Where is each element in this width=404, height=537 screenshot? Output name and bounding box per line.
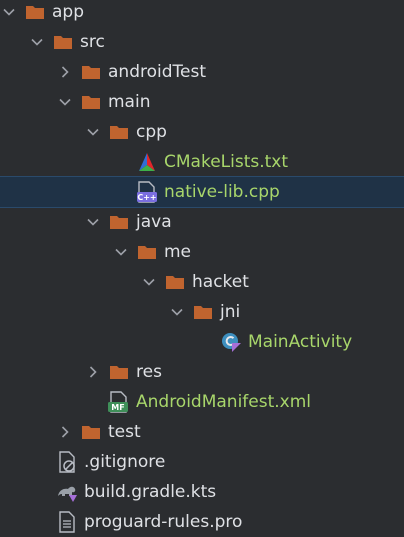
folder-icon [108,122,130,142]
chevron-down-icon[interactable] [168,303,186,321]
chevron-down-icon[interactable] [112,243,130,261]
folder-icon [192,302,214,322]
chevron-right-icon[interactable] [84,363,102,381]
tree-node-me[interactable]: me [0,237,404,267]
tree-node-label: AndroidManifest.xml [136,392,312,412]
folder-icon [164,272,186,292]
folder-icon [24,2,46,22]
tree-node-app[interactable]: app [0,0,404,27]
tree-node-res[interactable]: res [0,357,404,387]
tree-node-label: build.gradle.kts [84,482,217,502]
chevron-down-icon[interactable] [0,3,18,21]
tree-node-native-lib[interactable]: C++ native-lib.cpp [0,176,404,208]
manifest-file-icon: MF [108,391,130,413]
cpp-file-icon: C++ [136,181,158,203]
tree-node-label: CMakeLists.txt [164,152,289,172]
tree-node-build-gradle[interactable]: build.gradle.kts [0,477,404,507]
chevron-right-icon[interactable] [56,63,74,81]
tree-node-java[interactable]: java [0,207,404,237]
tree-node-label: java [136,212,172,232]
chevron-down-icon[interactable] [28,33,46,51]
tree-node-label: androidTest [108,62,206,82]
tree-node-label: app [52,2,84,22]
chevron-right-icon[interactable] [56,423,74,441]
tree-node-gitignore[interactable]: .gitignore [0,447,404,477]
tree-node-label: .gitignore [84,452,166,472]
folder-icon [108,362,130,382]
chevron-down-icon[interactable] [84,123,102,141]
tree-node-androidtest[interactable]: androidTest [0,57,404,87]
cpp-badge-text: C++ [137,193,156,202]
kotlin-class-icon [220,332,242,352]
tree-node-label: main [108,92,151,112]
folder-icon [52,32,74,52]
tree-node-cmakelists[interactable]: CMakeLists.txt [0,147,404,177]
folder-icon [108,212,130,232]
tree-node-label: MainActivity [248,332,353,352]
manifest-badge-text: MF [111,403,124,412]
tree-node-label: cpp [136,122,167,142]
tree-node-label: res [136,362,162,382]
tree-node-jni[interactable]: jni [0,297,404,327]
tree-node-label: hacket [192,272,249,292]
folder-icon [80,62,102,82]
cmake-icon [136,152,158,172]
tree-node-cpp[interactable]: cpp [0,117,404,147]
text-file-icon [56,511,78,533]
folder-icon [80,92,102,112]
chevron-down-icon[interactable] [140,273,158,291]
folder-icon [136,242,158,262]
tree-node-test[interactable]: test [0,417,404,447]
gitignore-file-icon [56,451,78,473]
tree-node-manifest[interactable]: MF AndroidManifest.xml [0,387,404,417]
gradle-icon [56,482,78,502]
tree-node-label: native-lib.cpp [164,182,280,202]
tree-node-label: test [108,422,141,442]
tree-node-src[interactable]: src [0,27,404,57]
tree-node-hacket[interactable]: hacket [0,267,404,297]
tree-node-label: src [80,32,105,52]
project-tree: app src androidTest main cpp CMakeLists.… [0,0,404,533]
tree-node-label: jni [220,302,241,322]
tree-node-mainactivity[interactable]: MainActivity [0,327,404,357]
tree-node-main[interactable]: main [0,87,404,117]
folder-icon [80,422,102,442]
chevron-down-icon[interactable] [84,213,102,231]
chevron-down-icon[interactable] [56,93,74,111]
tree-node-label: me [164,242,192,262]
